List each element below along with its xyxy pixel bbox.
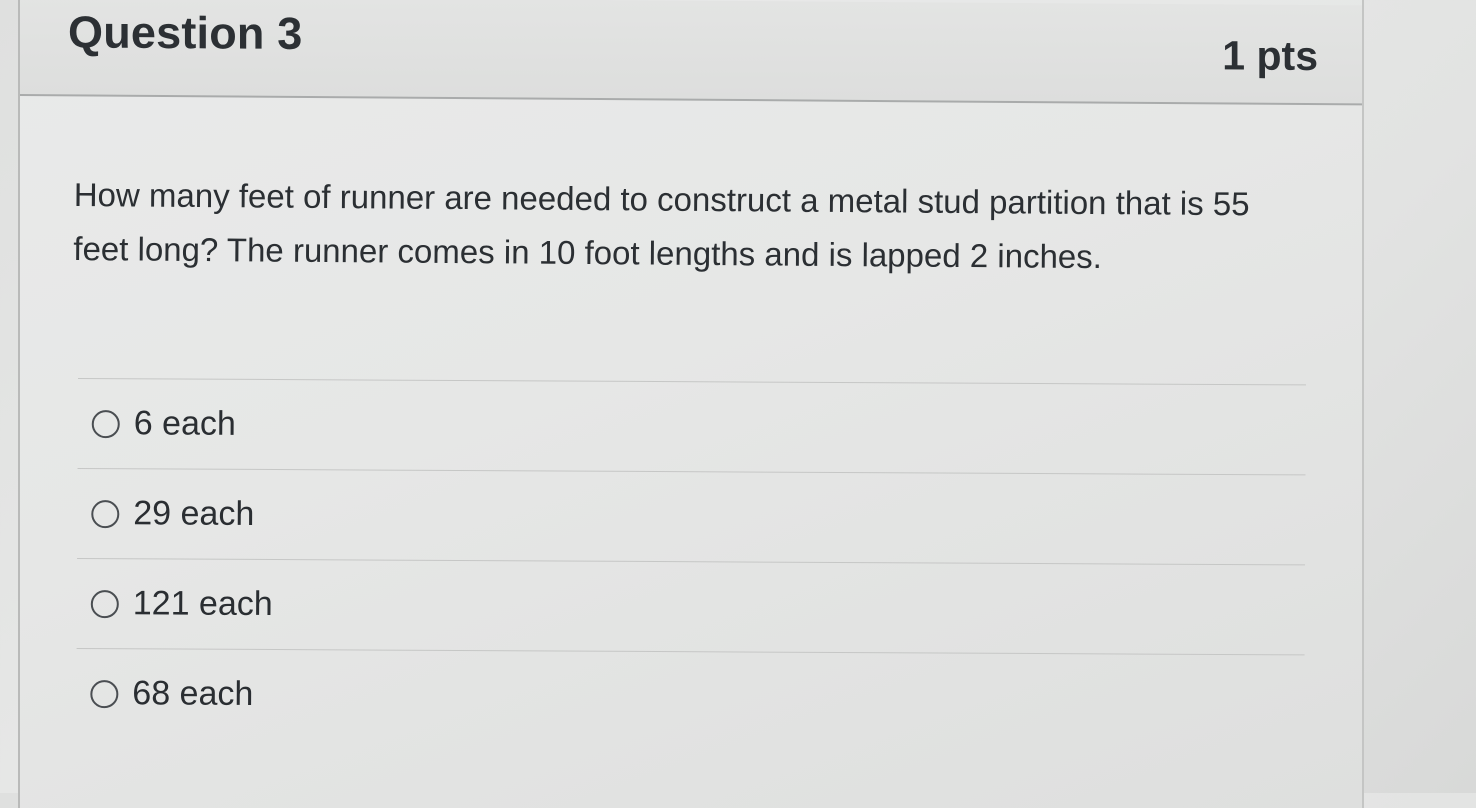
question-points: 1 pts: [1222, 32, 1318, 80]
answer-option[interactable]: 68 each: [76, 647, 1305, 745]
answer-label: 121 each: [132, 584, 273, 624]
question-title: Question 3: [68, 6, 303, 59]
answer-option[interactable]: 29 each: [77, 467, 1306, 565]
radio-button[interactable]: [90, 589, 119, 618]
answer-label: 29 each: [133, 494, 255, 533]
answer-option[interactable]: 121 each: [76, 557, 1306, 655]
answer-label: 6 each: [133, 404, 236, 443]
answer-label: 68 each: [132, 674, 254, 713]
question-header: Question 3 1 pts: [20, 0, 1362, 106]
answer-list: 6 each 29 each 121 each 68 each: [76, 378, 1306, 745]
radio-button[interactable]: [91, 499, 120, 528]
radio-button[interactable]: [90, 679, 119, 708]
question-text: How many feet of runner are needed to co…: [73, 175, 1250, 276]
question-card: Question 3 1 pts How many feet of runner…: [18, 0, 1364, 808]
radio-button[interactable]: [91, 409, 120, 438]
answer-option[interactable]: 6 each: [77, 378, 1306, 475]
